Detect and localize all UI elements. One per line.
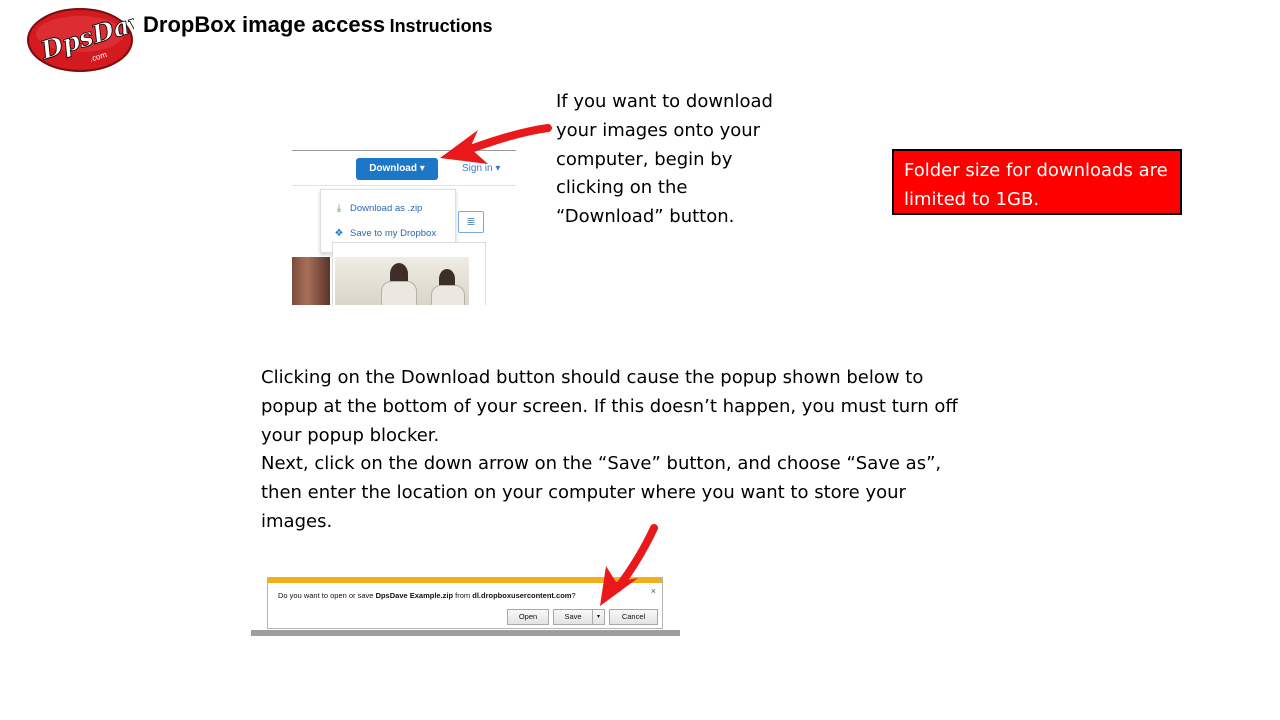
red-arrow-icon [600,524,658,606]
photo-person [431,285,465,305]
list-view-icon[interactable]: ≣ [458,211,484,233]
dropbox-icon: ❖ [334,228,344,239]
page-title: DropBox image access Instructions [143,12,493,38]
instruction-download: If you want to download your images onto… [556,91,773,228]
size-limit-note: Folder size for downloads are limited to… [892,149,1182,215]
instruction-paragraph: Clicking on the Download button should c… [261,367,958,446]
taskbar-strip [251,630,680,636]
popup-domain: dl.dropboxusercontent.com [472,591,572,600]
dpsdave-logo: DpsDave .com [26,1,162,74]
menu-item-label: Download as .zip [350,203,423,214]
menu-item-download-zip[interactable]: ⤓ Download as .zip [333,203,423,214]
photo-thumbnail [335,257,469,305]
photo-thumbnail [292,257,330,305]
divider [292,185,516,186]
save-button[interactable]: Save [553,609,593,625]
menu-item-save-to-dropbox[interactable]: ❖ Save to my Dropbox [333,228,437,239]
page-title-sub: Instructions [389,16,493,36]
page-title-main: DropBox image access [143,12,386,37]
menu-item-label: Save to my Dropbox [350,228,437,239]
red-arrow-icon [440,124,552,164]
download-icon: ⤓ [336,203,342,214]
instruction-save: Clicking on the Download button should c… [261,364,961,537]
popup-file-name: DpsDave Example.zip [375,591,454,600]
download-button[interactable]: Download ▾ [356,158,438,180]
open-button[interactable]: Open [507,609,549,625]
photo-person [381,281,417,305]
popup-message: Do you want to open or save DpsDave Exam… [278,591,576,600]
